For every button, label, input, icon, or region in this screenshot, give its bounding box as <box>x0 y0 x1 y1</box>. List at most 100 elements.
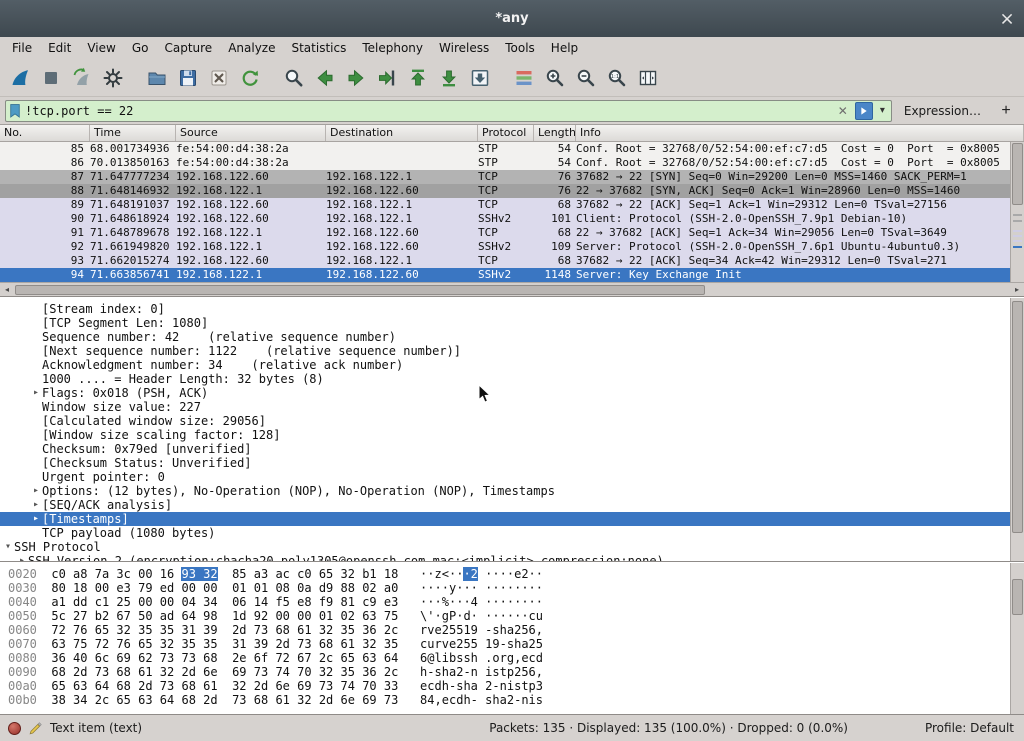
hex-byte[interactable]: 00 <box>95 581 109 595</box>
save-file-button[interactable] <box>172 62 203 93</box>
go-first-packet-button[interactable] <box>402 62 433 93</box>
ascii-char[interactable]: · <box>463 581 470 595</box>
ascii-char[interactable]: h <box>442 665 449 679</box>
hex-byte[interactable]: 73 <box>232 693 246 707</box>
title-bar[interactable]: *any × <box>0 0 1024 37</box>
hex-byte[interactable]: 72 <box>275 651 289 665</box>
hex-byte[interactable]: ac <box>275 567 289 581</box>
window-close-button[interactable]: × <box>996 8 1018 29</box>
detail-line[interactable]: Sequence number: 42 (relative sequence n… <box>0 330 1010 344</box>
hex-byte[interactable]: 73 <box>160 679 174 693</box>
hex-byte[interactable]: b2 <box>95 609 109 623</box>
ascii-char[interactable]: - <box>427 665 434 679</box>
hex-byte[interactable]: 62 <box>138 651 152 665</box>
menu-item-capture[interactable]: Capture <box>156 39 220 57</box>
ascii-char[interactable]: % <box>442 595 449 609</box>
ascii-char[interactable]: a <box>500 693 507 707</box>
ascii-char[interactable]: h <box>463 679 470 693</box>
ascii-char[interactable]: 2 <box>521 567 528 581</box>
ascii-char[interactable]: 6 <box>529 623 536 637</box>
ascii-char[interactable]: · <box>500 609 507 623</box>
close-file-button[interactable] <box>203 62 234 93</box>
hex-byte[interactable]: 38 <box>51 693 65 707</box>
packet-row[interactable]: 9271.661949820192.168.122.1192.168.122.6… <box>0 240 1010 254</box>
hex-byte[interactable]: 35 <box>384 637 398 651</box>
hex-byte[interactable]: 69 <box>297 679 311 693</box>
ascii-char[interactable]: e <box>435 623 442 637</box>
hex-byte[interactable]: 88 <box>341 581 355 595</box>
display-filter-input[interactable] <box>25 102 831 120</box>
hex-byte[interactable]: 01 <box>232 581 246 595</box>
detail-line[interactable]: Urgent pointer: 0 <box>0 470 1010 484</box>
ascii-char[interactable]: 5 <box>536 637 543 651</box>
ascii-char[interactable]: u <box>427 637 434 651</box>
ascii-char[interactable]: d <box>435 679 442 693</box>
ascii-char[interactable]: · <box>435 595 442 609</box>
hex-byte[interactable]: 32 <box>319 623 333 637</box>
hex-byte[interactable]: 02 <box>362 581 376 595</box>
ascii-char[interactable]: · <box>521 609 528 623</box>
hex-byte[interactable]: 27 <box>73 609 87 623</box>
hex-byte[interactable]: 35 <box>160 623 174 637</box>
ascii-char[interactable]: · <box>427 581 434 595</box>
zoom-out-button[interactable] <box>570 62 601 93</box>
bytes-vscrollbar[interactable] <box>1010 563 1024 714</box>
ascii-char[interactable]: 2 <box>529 637 536 651</box>
hex-byte[interactable]: 00 <box>138 595 152 609</box>
hex-byte[interactable]: 76 <box>116 637 130 651</box>
ascii-char[interactable]: · <box>463 567 470 581</box>
packet-row[interactable]: 8670.013850163fe:54:00:d4:38:2aSTP54Conf… <box>0 156 1010 170</box>
hex-byte[interactable]: 32 <box>203 567 217 581</box>
ascii-char[interactable]: t <box>500 665 507 679</box>
hex-byte[interactable]: 2c <box>95 693 109 707</box>
filter-clear-button[interactable]: ✕ <box>835 104 851 118</box>
menu-item-view[interactable]: View <box>79 39 123 57</box>
hex-byte[interactable]: 64 <box>384 651 398 665</box>
hex-byte[interactable]: 63 <box>362 651 376 665</box>
hex-byte[interactable]: 32 <box>160 665 174 679</box>
hex-byte[interactable]: 39 <box>203 623 217 637</box>
ascii-char[interactable]: · <box>427 595 434 609</box>
hex-byte[interactable]: 2c <box>384 623 398 637</box>
ascii-char[interactable]: 2 <box>471 567 478 581</box>
column-header-dst[interactable]: Destination <box>326 125 478 141</box>
ascii-char[interactable]: e <box>521 651 528 665</box>
column-header-no[interactable]: No. <box>0 125 90 141</box>
zoom-in-button[interactable] <box>539 62 570 93</box>
hex-byte[interactable]: e8 <box>297 595 311 609</box>
menu-item-telephony[interactable]: Telephony <box>354 39 431 57</box>
hex-byte[interactable]: a1 <box>51 595 65 609</box>
hex-byte[interactable]: 61 <box>341 637 355 651</box>
hex-byte[interactable]: 35 <box>181 637 195 651</box>
ascii-char[interactable]: p <box>507 665 514 679</box>
column-header-src[interactable]: Source <box>176 125 326 141</box>
expand-arrow-icon[interactable]: ▸ <box>16 554 28 561</box>
ascii-char[interactable]: v <box>442 637 449 651</box>
ascii-char[interactable]: c <box>529 609 536 623</box>
hex-byte[interactable]: 08 <box>275 581 289 595</box>
hex-byte[interactable]: a3 <box>254 567 268 581</box>
hex-byte[interactable]: 02 <box>341 609 355 623</box>
filter-dropdown-button[interactable]: ▾ <box>877 105 888 116</box>
ascii-char[interactable]: · <box>492 609 499 623</box>
ascii-char[interactable]: · <box>435 581 442 595</box>
hex-byte[interactable]: 00 <box>275 609 289 623</box>
hex-byte[interactable]: 32 <box>341 567 355 581</box>
hex-byte[interactable]: 14 <box>254 595 268 609</box>
ascii-char[interactable]: n <box>471 665 478 679</box>
expand-arrow-icon[interactable]: ▸ <box>30 498 42 512</box>
hex-byte[interactable]: 36 <box>362 665 376 679</box>
hex-byte[interactable]: 00 <box>297 609 311 623</box>
hex-byte[interactable]: 2d <box>138 679 152 693</box>
hex-byte[interactable]: 63 <box>51 637 65 651</box>
detail-line[interactable]: [Stream index: 0] <box>0 302 1010 316</box>
stop-capture-button[interactable] <box>35 62 66 93</box>
ascii-char[interactable]: 1 <box>463 623 470 637</box>
reload-file-button[interactable] <box>234 62 265 93</box>
expand-arrow-icon[interactable]: ▸ <box>30 512 42 526</box>
hex-byte[interactable]: c0 <box>51 567 65 581</box>
hex-byte[interactable]: 40 <box>73 651 87 665</box>
hex-byte[interactable]: 73 <box>297 637 311 651</box>
ascii-char[interactable]: u <box>536 609 543 623</box>
hex-byte[interactable]: 65 <box>51 679 65 693</box>
